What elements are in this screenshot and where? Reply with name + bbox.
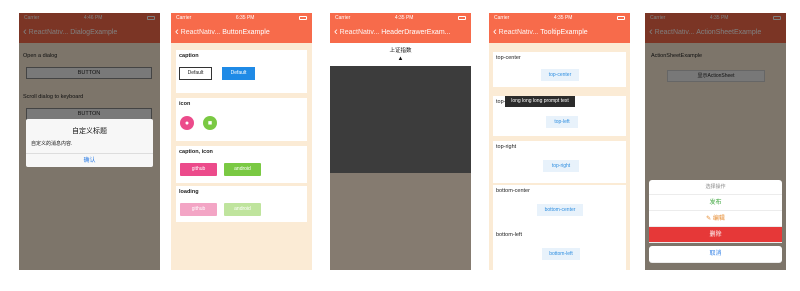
card-title: bottom-left (496, 232, 522, 238)
card-title: caption, icon (179, 149, 213, 155)
battery-icon (299, 15, 307, 20)
card-title: caption (179, 53, 199, 59)
tooltip-card-top-right: top-right top-right (493, 141, 626, 183)
caption-icon-card: caption, icon github android (176, 146, 307, 183)
bottom-left-button[interactable]: bottom-left (542, 248, 580, 260)
back-chevron-icon[interactable]: ‹ (493, 27, 497, 38)
status-time: 4:35 PM (394, 14, 414, 21)
content-area (330, 173, 471, 270)
tooltip-card-top-center: top-center top-center (493, 52, 626, 87)
alert-title: 自定义标题 (72, 128, 107, 135)
card-title: icon (179, 101, 191, 107)
android-icon[interactable]: ■ (203, 116, 217, 130)
status-time: 4:35 PM (553, 14, 573, 21)
phone-tooltip-example: Carrier 4:35 PM ‹ ReactNativ... TooltipE… (489, 13, 630, 270)
card-title: bottom-center (496, 188, 530, 194)
carrier-label: Carrier (335, 14, 351, 21)
phone-actionsheet-example: Carrier 4:35 PM ‹ ReactNativ... ActionSh… (645, 13, 786, 270)
page-title: TooltipExample (540, 29, 588, 36)
github-loading-button[interactable]: github (180, 203, 217, 216)
battery-icon (617, 15, 625, 20)
icon-card: icon ● ■ (176, 98, 307, 141)
back-button[interactable]: ReactNativ... (340, 29, 380, 36)
top-center-button[interactable]: top-center (541, 69, 579, 81)
bottom-center-button[interactable]: bottom-center (537, 204, 583, 216)
phone-header-drawer-example: Carrier 4:35 PM ‹ ReactNativ... HeaderDr… (330, 13, 471, 270)
back-button[interactable]: ReactNativ... (181, 29, 221, 36)
top-left-button[interactable]: top-left (546, 116, 578, 128)
carrier-label: Carrier (494, 14, 510, 21)
status-bar: Carrier 4:35 PM (489, 13, 630, 22)
top-right-button[interactable]: top-right (543, 160, 579, 172)
caret-up-icon: ▲ (397, 56, 404, 62)
drawer-overlay[interactable] (330, 66, 471, 173)
back-chevron-icon[interactable]: ‹ (334, 27, 338, 38)
publish-label: 发布 (709, 200, 722, 206)
back-button[interactable]: ReactNativ... (499, 29, 539, 36)
status-bar: Carrier 4:35 PM (330, 13, 471, 22)
alert-confirm-button[interactable]: 确认 (26, 153, 153, 167)
nav-bar: ‹ ReactNativ... TooltipExample (489, 22, 630, 43)
default-filled-button[interactable]: Default (222, 67, 255, 80)
sheet-title: 选择操作 (649, 180, 782, 195)
android-loading-button[interactable]: android (224, 203, 261, 216)
card-title: top-center (496, 55, 521, 61)
battery-icon (458, 15, 466, 20)
tooltip-card-bottom-left: bottom-left bottom-left (493, 229, 626, 270)
tooltip-popup: long long long prompt text (505, 96, 575, 107)
publish-option[interactable]: 发布 (649, 195, 782, 211)
action-sheet: 选择操作 发布 ✎ 编辑 删除 取消 (649, 180, 782, 263)
edit-label: 编辑 (712, 216, 725, 222)
default-outline-button[interactable]: Default (179, 67, 212, 80)
android-button[interactable]: android (224, 163, 261, 176)
github-icon[interactable]: ● (180, 116, 194, 130)
page-title: ButtonExample (222, 29, 270, 36)
edit-option[interactable]: ✎ 编辑 (649, 211, 782, 227)
carrier-label: Carrier (176, 14, 192, 21)
nav-bar: ‹ ReactNativ... HeaderDrawerExam... (330, 22, 471, 43)
phone-dialog-example: Carrier 4:46 PM ‹ ReactNativ... DialogEx… (19, 13, 160, 270)
card-title: top-right (496, 144, 517, 150)
loading-card: loading github android (176, 186, 307, 222)
tooltip-card-bottom-center: bottom-center bottom-center (493, 185, 626, 231)
github-button[interactable]: github (180, 163, 217, 176)
caption-card: caption Default Default (176, 50, 307, 93)
header-drawer[interactable]: 上证指数 ▲ (330, 43, 471, 66)
status-time: 6:35 PM (235, 14, 255, 21)
alert-dialog: 自定义标题 自定义的消息内容. 确认 (26, 119, 153, 167)
card-title: loading (179, 189, 199, 195)
edit-icon: ✎ (706, 216, 713, 222)
cancel-button[interactable]: 取消 (649, 246, 782, 263)
phone-button-example: Carrier 6:35 PM ‹ ReactNativ... ButtonEx… (171, 13, 312, 270)
status-bar: Carrier 6:35 PM (171, 13, 312, 22)
nav-bar: ‹ ReactNativ... ButtonExample (171, 22, 312, 43)
alert-message: 自定义的消息内容. (31, 141, 73, 147)
page-title: HeaderDrawerExam... (381, 29, 451, 36)
drawer-text: 上证指数 (389, 48, 412, 54)
delete-option[interactable]: 删除 (649, 227, 782, 243)
back-chevron-icon[interactable]: ‹ (175, 27, 179, 38)
